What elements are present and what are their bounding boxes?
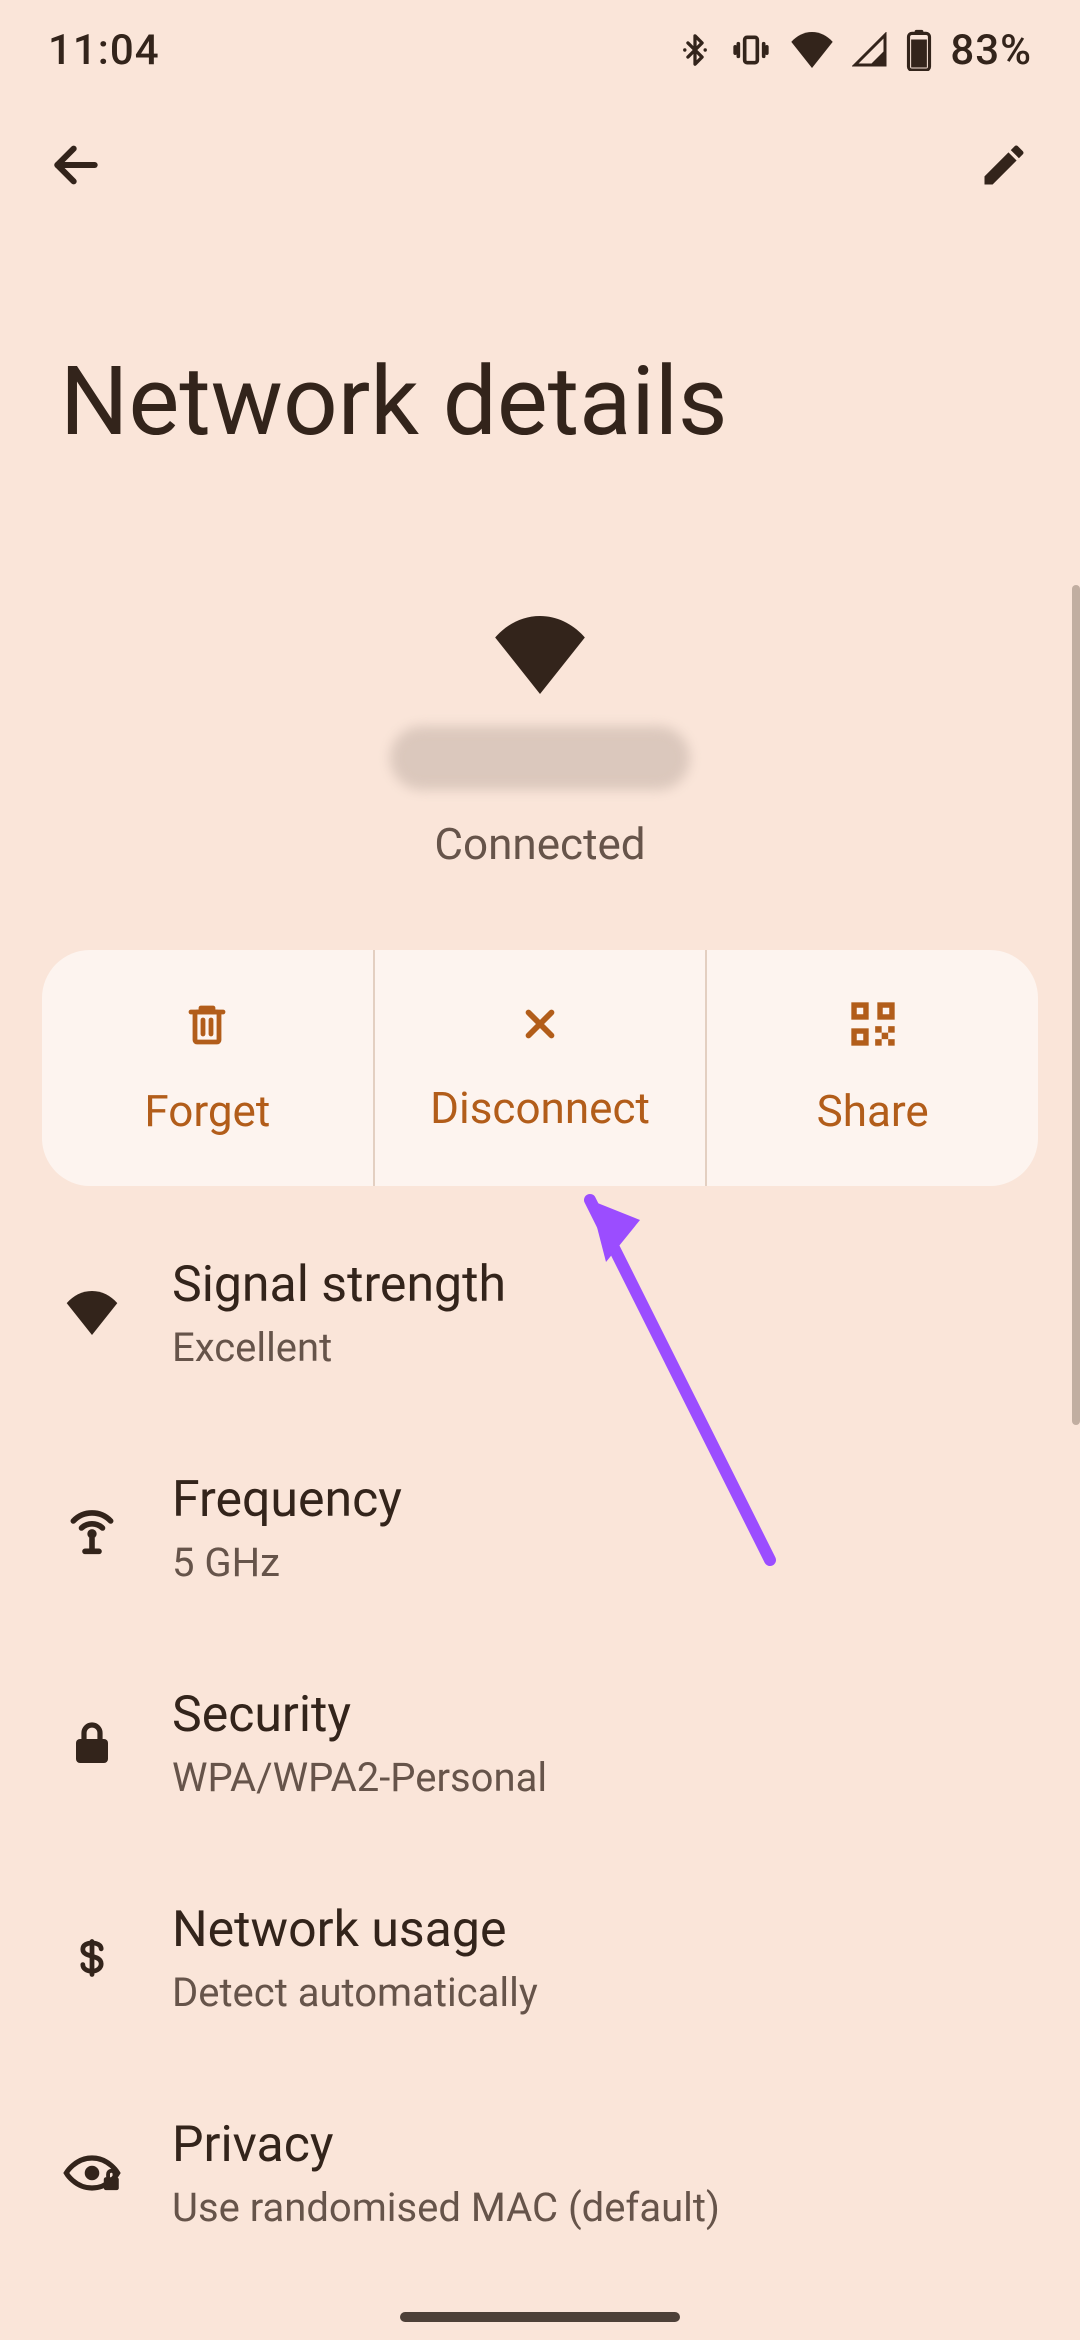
bluetooth-icon <box>678 28 712 72</box>
eye-lock-icon <box>60 2141 124 2205</box>
edit-button[interactable] <box>968 129 1040 201</box>
disconnect-button[interactable]: Disconnect <box>373 950 706 1186</box>
row-title: Security <box>172 1686 547 1744</box>
scroll-indicator <box>1072 585 1080 1425</box>
row-subtitle: Detect automatically <box>172 1969 538 2016</box>
row-title: Network usage <box>172 1901 538 1959</box>
status-bar: 11:04 83% <box>0 0 1080 100</box>
row-title: Privacy <box>172 2116 720 2174</box>
forget-button[interactable]: Forget <box>42 950 373 1186</box>
row-title: Signal strength <box>172 1256 506 1314</box>
row-frequency[interactable]: Frequency 5 GHz <box>0 1421 1080 1636</box>
page-title: Network details <box>0 230 1080 616</box>
row-privacy[interactable]: Privacy Use randomised MAC (default) <box>0 2066 1080 2281</box>
row-network-usage[interactable]: Network usage Detect automatically <box>0 1851 1080 2066</box>
wifi-status-icon <box>790 32 834 68</box>
wifi-summary: Connected <box>0 616 1080 950</box>
forget-label: Forget <box>144 1085 270 1137</box>
share-label: Share <box>817 1085 929 1137</box>
status-time: 11:04 <box>48 26 160 75</box>
row-subtitle: 5 GHz <box>172 1539 402 1586</box>
trash-icon <box>183 998 231 1061</box>
row-signal-strength[interactable]: Signal strength Excellent <box>0 1206 1080 1421</box>
dollar-icon <box>60 1926 124 1990</box>
actions-card: Forget Disconnect Share <box>42 950 1038 1186</box>
qr-icon <box>847 998 899 1061</box>
details-list: Signal strength Excellent Frequency 5 GH… <box>0 1186 1080 2281</box>
battery-percent: 83% <box>950 26 1032 75</box>
wifi-large-icon <box>490 616 590 698</box>
close-icon <box>517 1001 563 1058</box>
row-title: Frequency <box>172 1471 402 1529</box>
row-subtitle: Use randomised MAC (default) <box>172 2184 720 2231</box>
connection-status: Connected <box>434 818 645 870</box>
battery-icon <box>906 29 932 71</box>
app-bar <box>0 100 1080 230</box>
share-button[interactable]: Share <box>705 950 1038 1186</box>
back-button[interactable] <box>40 129 112 201</box>
status-icons: 83% <box>678 26 1032 75</box>
antenna-icon <box>60 1496 124 1560</box>
lock-icon <box>60 1711 124 1775</box>
wifi-icon <box>60 1281 124 1345</box>
row-security[interactable]: Security WPA/WPA2-Personal <box>0 1636 1080 1851</box>
cellular-icon <box>852 32 888 68</box>
ssid-redacted <box>390 726 690 790</box>
row-subtitle: Excellent <box>172 1324 506 1371</box>
row-subtitle: WPA/WPA2-Personal <box>172 1754 547 1801</box>
disconnect-label: Disconnect <box>430 1082 650 1134</box>
gesture-nav-pill <box>400 2312 680 2322</box>
vibrate-icon <box>730 31 772 69</box>
